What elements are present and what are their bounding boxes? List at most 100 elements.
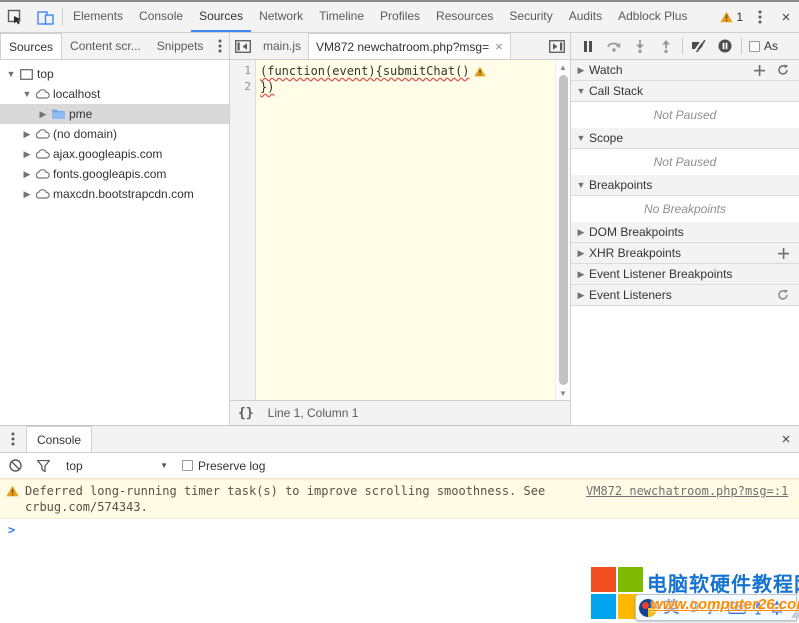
navigator-tab-content-scripts[interactable]: Content scr... bbox=[62, 33, 149, 59]
console-tabbar: Console × bbox=[0, 426, 799, 453]
navigator-more-icon[interactable] bbox=[211, 33, 229, 59]
console-prompt[interactable]: > bbox=[0, 519, 799, 541]
section-label: Scope bbox=[589, 131, 623, 145]
tab-security[interactable]: Security bbox=[501, 2, 560, 32]
editor-pane: 1 2 (function(event){submitChat() }) ▲ ▼ bbox=[230, 60, 570, 425]
chevron-right-icon[interactable] bbox=[37, 109, 49, 120]
tree-item-pme[interactable]: pme bbox=[0, 104, 229, 124]
pause-script-icon[interactable] bbox=[575, 34, 601, 58]
tree-item-maxcdn-bootstrapcdn[interactable]: maxcdn.bootstrapcdn.com bbox=[0, 184, 229, 204]
hide-navigator-icon[interactable] bbox=[230, 33, 256, 59]
editor-status-bar: {} Line 1, Column 1 bbox=[230, 400, 570, 425]
chevron-right-icon[interactable] bbox=[21, 169, 33, 180]
file-tab-mainjs[interactable]: main.js bbox=[256, 33, 308, 59]
scroll-down-icon[interactable]: ▼ bbox=[559, 386, 567, 400]
close-devtools-button[interactable]: × bbox=[773, 2, 799, 32]
main-area: top localhost pme (no domain) ajax.googl bbox=[0, 60, 799, 425]
warning-text: Deferred long-running timer task(s) to i… bbox=[25, 483, 580, 515]
section-breakpoints[interactable]: Breakpoints bbox=[571, 175, 799, 196]
console-more-icon[interactable] bbox=[0, 426, 26, 452]
section-watch[interactable]: Watch bbox=[571, 60, 799, 81]
debugger-sidebar: Watch Call Stack Not Paused Scope Not Pa… bbox=[570, 60, 799, 425]
chevron-down-icon[interactable] bbox=[21, 89, 33, 99]
panel-tabs: Elements Console Sources Network Timelin… bbox=[65, 2, 695, 32]
tab-timeline[interactable]: Timeline bbox=[311, 2, 372, 32]
more-options-icon[interactable] bbox=[747, 2, 773, 32]
add-xhr-breakpoint-icon[interactable] bbox=[778, 248, 789, 259]
execution-context-select[interactable]: top ▼ bbox=[62, 457, 172, 475]
tree-item-fonts-googleapis[interactable]: fonts.googleapis.com bbox=[0, 164, 229, 184]
scrollbar-thumb[interactable] bbox=[559, 75, 568, 385]
section-event-listeners[interactable]: Event Listeners bbox=[571, 285, 799, 306]
tree-item-no-domain[interactable]: (no domain) bbox=[0, 124, 229, 144]
console-tab[interactable]: Console bbox=[26, 426, 92, 452]
inline-warning-icon[interactable] bbox=[474, 66, 486, 77]
tab-console[interactable]: Console bbox=[131, 2, 191, 32]
tab-profiles[interactable]: Profiles bbox=[372, 2, 428, 32]
line-number-gutter: 1 2 bbox=[230, 60, 256, 400]
section-scope[interactable]: Scope bbox=[571, 128, 799, 149]
tree-item-label: maxcdn.bootstrapcdn.com bbox=[53, 187, 194, 201]
tree-item-ajax-googleapis[interactable]: ajax.googleapis.com bbox=[0, 144, 229, 164]
add-watch-icon[interactable] bbox=[754, 65, 765, 76]
pretty-print-icon[interactable]: {} bbox=[238, 406, 254, 421]
section-xhr-breakpoints[interactable]: XHR Breakpoints bbox=[571, 243, 799, 264]
cursor-position: Line 1, Column 1 bbox=[268, 406, 359, 420]
warnings-badge[interactable]: 1 bbox=[716, 10, 747, 24]
async-checkbox[interactable]: As bbox=[749, 39, 778, 53]
chevron-down-icon: ▼ bbox=[160, 461, 168, 470]
tab-network[interactable]: Network bbox=[251, 2, 311, 32]
close-tab-icon[interactable]: × bbox=[495, 39, 503, 54]
tab-resources[interactable]: Resources bbox=[428, 2, 501, 32]
prompt-chevron-icon: > bbox=[8, 523, 15, 537]
clear-console-icon[interactable] bbox=[6, 459, 24, 472]
device-toolbar-icon[interactable] bbox=[30, 2, 60, 32]
tab-audits[interactable]: Audits bbox=[561, 2, 610, 32]
section-label: Event Listeners bbox=[589, 288, 672, 302]
sub-toolbar: Sources Content scr... Snippets main.js … bbox=[0, 33, 799, 60]
refresh-event-listeners-icon[interactable] bbox=[777, 289, 789, 301]
chevron-right-icon[interactable] bbox=[21, 189, 33, 200]
section-label: Breakpoints bbox=[589, 178, 652, 192]
show-drawer-icon[interactable] bbox=[544, 33, 570, 59]
toolbar-divider bbox=[62, 8, 63, 26]
tree-item-label: fonts.googleapis.com bbox=[53, 167, 166, 181]
tree-item-top[interactable]: top bbox=[0, 64, 229, 84]
chevron-down-icon[interactable] bbox=[5, 69, 17, 79]
scroll-up-icon[interactable]: ▲ bbox=[559, 60, 567, 74]
section-event-listener-breakpoints[interactable]: Event Listener Breakpoints bbox=[571, 264, 799, 285]
code-content[interactable]: (function(event){submitChat() }) bbox=[256, 60, 555, 400]
section-label: XHR Breakpoints bbox=[589, 246, 681, 260]
warning-source-link[interactable]: VM872 newchatroom.php?msg=:1 bbox=[586, 483, 788, 499]
deactivate-breakpoints-icon[interactable] bbox=[686, 34, 712, 58]
inspect-element-icon[interactable] bbox=[0, 2, 30, 32]
file-tab-vm872[interactable]: VM872 newchatroom.php?msg= × bbox=[308, 33, 511, 59]
navigator-tab-sources[interactable]: Sources bbox=[0, 33, 62, 59]
tab-elements[interactable]: Elements bbox=[65, 2, 131, 32]
chevron-right-icon[interactable] bbox=[21, 149, 33, 160]
navigator-tabbar: Sources Content scr... Snippets bbox=[0, 33, 230, 59]
warning-icon bbox=[6, 485, 19, 497]
refresh-watch-icon[interactable] bbox=[777, 64, 789, 76]
section-dom-breakpoints[interactable]: DOM Breakpoints bbox=[571, 222, 799, 243]
tab-sources[interactable]: Sources bbox=[191, 2, 251, 32]
editor-scrollbar[interactable]: ▲ ▼ bbox=[555, 60, 570, 400]
code-line-1: (function(event){submitChat() bbox=[260, 63, 555, 79]
pause-on-exceptions-icon[interactable] bbox=[712, 34, 738, 58]
code-text: }) bbox=[260, 79, 274, 95]
cloud-icon bbox=[33, 169, 51, 179]
tab-adblock-plus[interactable]: Adblock Plus bbox=[610, 2, 695, 32]
step-into-icon[interactable] bbox=[627, 34, 653, 58]
line-number: 1 bbox=[230, 63, 251, 79]
step-over-icon[interactable] bbox=[601, 34, 627, 58]
filter-icon[interactable] bbox=[34, 460, 52, 472]
tree-item-localhost[interactable]: localhost bbox=[0, 84, 229, 104]
section-call-stack[interactable]: Call Stack bbox=[571, 81, 799, 102]
navigator-tab-snippets[interactable]: Snippets bbox=[149, 33, 212, 59]
chevron-right-icon[interactable] bbox=[21, 129, 33, 140]
close-console-button[interactable]: × bbox=[773, 426, 799, 452]
code-editor[interactable]: 1 2 (function(event){submitChat() }) ▲ ▼ bbox=[230, 60, 570, 400]
step-out-icon[interactable] bbox=[653, 34, 679, 58]
chevron-down-icon bbox=[575, 180, 587, 190]
preserve-log-checkbox[interactable]: Preserve log bbox=[182, 459, 265, 473]
